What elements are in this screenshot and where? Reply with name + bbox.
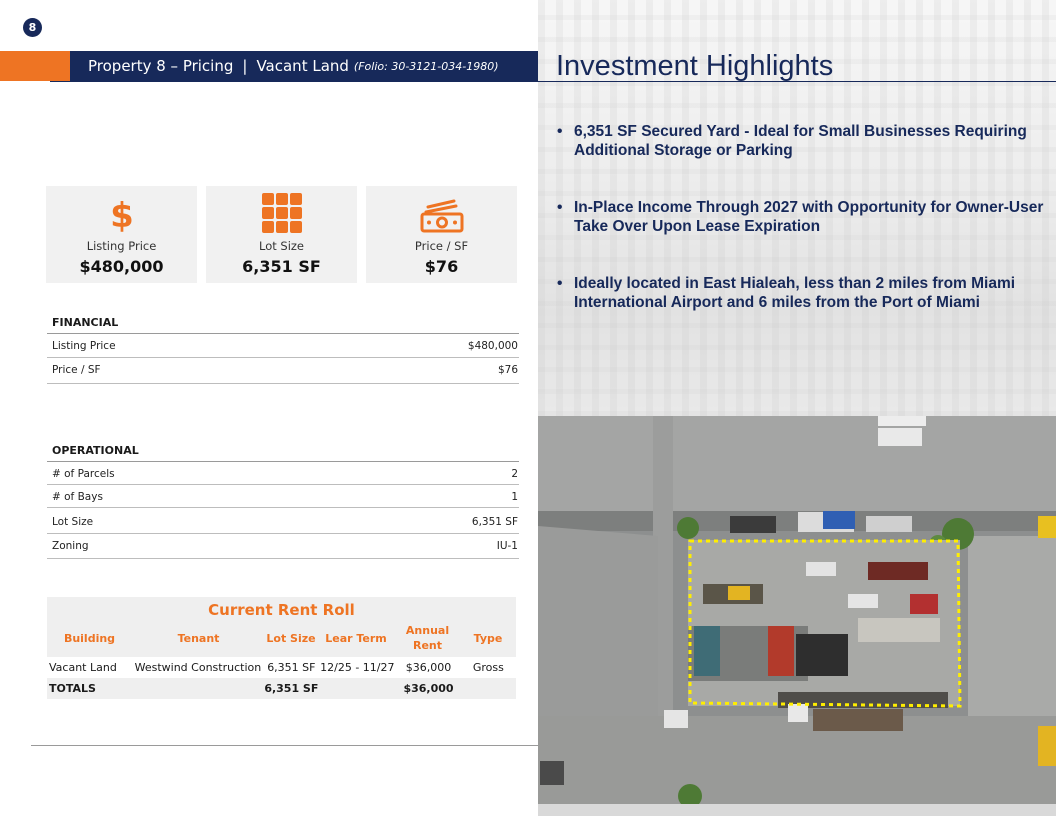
title-separator: |: [242, 57, 248, 75]
totals-label: TOTALS: [47, 678, 132, 699]
table-row: # of Parcels 2: [47, 462, 519, 485]
rent-roll-header-band: Current Rent Roll Building Tenant Lot Si…: [47, 597, 516, 657]
stat-card-lot-size: Lot Size 6,351 SF: [206, 186, 357, 283]
row-value: $76: [497, 364, 518, 376]
table-row: Listing Price $480,000: [47, 334, 519, 358]
cell-lease-term: 12/25 - 11/27: [320, 661, 395, 674]
grid-icon: [261, 193, 302, 233]
aerial-site-photo: [538, 416, 1056, 804]
totals-lot-size: 6,351 SF: [264, 678, 319, 699]
table-row: Price / SF $76: [47, 358, 519, 384]
row-label: # of Bays: [52, 491, 103, 503]
operational-section: OPERATIONAL # of Parcels 2 # of Bays 1 L…: [47, 444, 519, 559]
title-underline: [50, 81, 538, 82]
stat-value: 6,351 SF: [242, 257, 321, 276]
table-row: Lot Size 6,351 SF: [47, 508, 519, 534]
page-subtitle: Vacant Land: [256, 57, 349, 75]
row-value: IU-1: [496, 540, 518, 552]
row-label: Listing Price: [52, 340, 116, 352]
table-row: # of Bays 1: [47, 485, 519, 508]
title-bar: Property 8 – Pricing | Vacant Land (Foli…: [70, 51, 538, 81]
cell-type: Gross: [472, 661, 504, 674]
row-label: Zoning: [52, 540, 89, 552]
column-header: Lot Size: [266, 631, 316, 645]
folio-number: (Folio: 30-3121-034-1980): [353, 59, 499, 73]
cell-building: Vacant Land: [49, 661, 117, 674]
rent-roll-title: Current Rent Roll: [208, 601, 355, 619]
dollar-sign-icon: $: [110, 197, 134, 233]
highlight-item: Ideally located in East Hialeah, less th…: [556, 274, 1048, 312]
footer-divider: [31, 745, 538, 746]
svg-text:$: $: [110, 197, 134, 233]
highlights-rule: [538, 81, 1056, 82]
cell-annual-rent: $36,000: [405, 661, 452, 674]
stat-value: $480,000: [79, 257, 164, 276]
accent-tab: [0, 51, 70, 81]
stat-label: Price / SF: [414, 239, 469, 253]
stat-value: $76: [424, 257, 459, 276]
column-header: Type: [473, 631, 503, 645]
page-number-badge: 8: [23, 18, 42, 37]
stat-card-price-per-sf: Price / SF $76: [366, 186, 517, 283]
row-label: Lot Size: [52, 516, 94, 528]
rent-roll-header-row: Building Tenant Lot Size Lear Term Annua…: [47, 623, 516, 657]
stat-label: Listing Price: [86, 239, 157, 253]
stat-card-listing-price: $ Listing Price $480,000: [46, 186, 197, 283]
financial-section: FINANCIAL Listing Price $480,000 Price /…: [47, 316, 519, 384]
totals-row: TOTALS 6,351 SF $36,000: [47, 678, 516, 699]
column-header: Lear Term: [325, 631, 387, 645]
financial-heading: FINANCIAL: [47, 316, 519, 334]
highlights-title: Investment Highlights: [556, 50, 834, 82]
highlight-item: 6,351 SF Secured Yard - Ideal for Small …: [556, 122, 1048, 160]
cell-tenant: Westwind Construction: [134, 661, 262, 674]
highlight-item: In-Place Income Through 2027 with Opport…: [556, 198, 1048, 236]
row-label: # of Parcels: [52, 468, 115, 480]
row-label: Price / SF: [52, 364, 101, 376]
column-header: Annual Rent: [405, 624, 450, 652]
page-title: Property 8 – Pricing: [88, 57, 234, 75]
totals-annual-rent: $36,000: [396, 678, 461, 699]
highlights-list: 6,351 SF Secured Yard - Ideal for Small …: [556, 122, 1048, 312]
bottom-photo-strip: [538, 804, 1056, 816]
row-value: 6,351 SF: [471, 516, 518, 528]
row-value: 1: [511, 491, 518, 503]
cash-bill-icon: [420, 199, 463, 233]
column-header: Tenant: [177, 631, 220, 645]
table-row: Zoning IU-1: [47, 534, 519, 559]
table-row: Vacant Land Westwind Construction 6,351 …: [47, 657, 516, 678]
stat-label: Lot Size: [258, 239, 304, 253]
cell-lot-size: 6,351 SF: [267, 661, 316, 674]
column-header: Building: [63, 631, 116, 645]
operational-heading: OPERATIONAL: [47, 444, 519, 462]
row-value: $480,000: [467, 340, 518, 352]
rent-roll-table: Current Rent Roll Building Tenant Lot Si…: [47, 597, 516, 699]
row-value: 2: [511, 468, 518, 480]
